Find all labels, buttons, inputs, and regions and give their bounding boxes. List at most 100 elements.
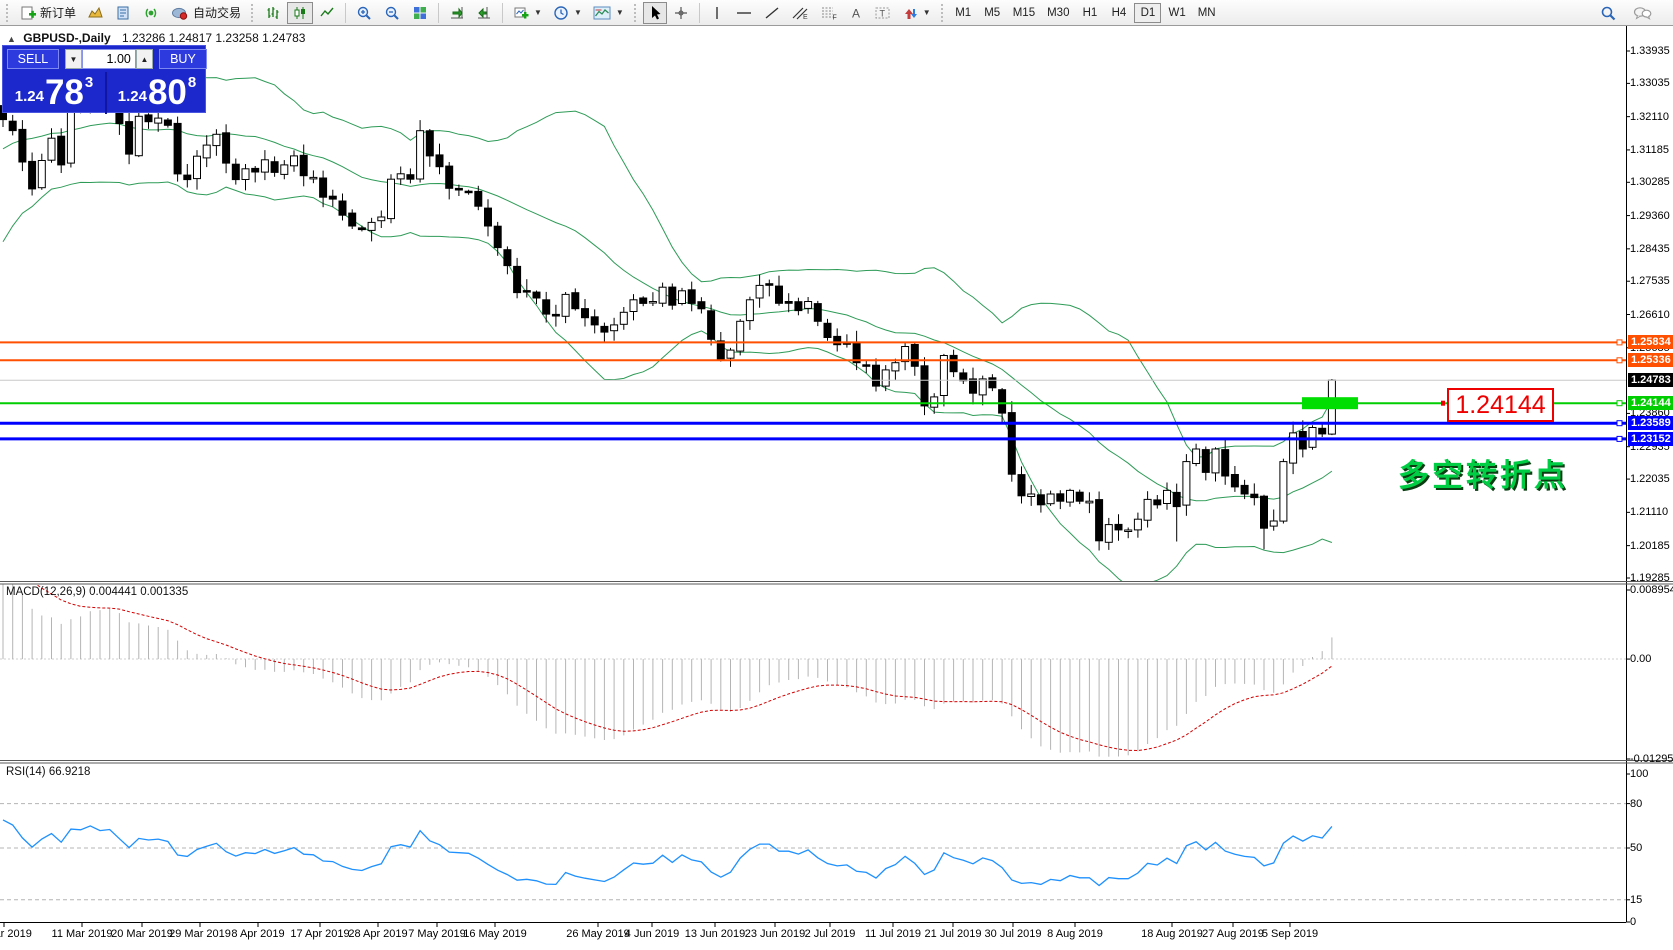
timeframe-button-W1[interactable]: W1 — [1163, 3, 1190, 23]
line-chart-button[interactable] — [314, 2, 340, 24]
hline-price-label: 1.23589 — [1628, 416, 1673, 430]
new-order-label: 新订单 — [40, 4, 76, 21]
rsi-pane-area[interactable] — [0, 762, 1626, 922]
date-tick-label: 28 Apr 2019 — [348, 928, 407, 940]
volume-decrease-button[interactable]: ▼ — [65, 49, 82, 69]
date-tick-label: 8 Aug 2019 — [1047, 928, 1103, 940]
text-label-icon: T — [874, 5, 891, 21]
price-annotation-box[interactable]: 1.24144 — [1447, 388, 1554, 422]
symbol-period-label: GBPUSD-,Daily — [23, 31, 110, 45]
dropdown-arrow-icon: ▼ — [534, 8, 542, 17]
rsi-tick-label: 80 — [1630, 798, 1673, 811]
metaeditor-button[interactable] — [110, 2, 137, 24]
toolbar-grip[interactable] — [6, 4, 10, 22]
price-tick-label: 1.20185 — [1630, 540, 1673, 553]
buy-price-sup: 8 — [188, 74, 196, 91]
signals-icon — [143, 5, 160, 21]
price-tick-label: 1.21110 — [1630, 506, 1673, 519]
fibonacci-button[interactable]: F — [815, 2, 843, 24]
timeframe-button-H4[interactable]: H4 — [1105, 3, 1132, 23]
timeframe-button-M1[interactable]: M1 — [950, 3, 977, 23]
volume-input[interactable] — [82, 49, 136, 69]
main-chart-area[interactable] — [0, 26, 1626, 581]
date-tick-label: 1 Mar 2019 — [0, 928, 32, 940]
price-tick-label: 1.31185 — [1630, 144, 1673, 157]
toolbar-grip[interactable] — [941, 4, 945, 22]
toolbar-grip[interactable] — [251, 4, 255, 22]
down-arrow-icon: ▼ — [69, 55, 77, 64]
zoom-in-button[interactable] — [351, 2, 378, 24]
timeframe-button-M15[interactable]: M15 — [1008, 3, 1040, 23]
tile-windows-button[interactable] — [407, 2, 433, 24]
date-tick-label: 2 Jul 2019 — [805, 928, 856, 940]
auto-scroll-button[interactable] — [444, 2, 470, 24]
bar-chart-button[interactable] — [260, 2, 286, 24]
price-tick-label: 1.33035 — [1630, 77, 1673, 90]
date-tick-label: 8 Apr 2019 — [231, 928, 284, 940]
templates-button[interactable]: ▼ — [588, 2, 629, 24]
vertical-line-button[interactable] — [705, 2, 729, 24]
macd-label: MACD(12,26,9) 0.004441 0.001335 — [6, 586, 188, 598]
zoom-in-icon — [356, 5, 373, 21]
cursor-button[interactable] — [643, 2, 667, 24]
chat-button[interactable] — [1628, 2, 1657, 24]
svg-text:T: T — [879, 8, 885, 18]
date-tick-label: 11 Jul 2019 — [865, 928, 921, 940]
macd-values: 0.004441 0.001335 — [89, 586, 188, 598]
new-chart-button[interactable]: ▼ — [508, 2, 547, 24]
date-tick-label: 4 Jun 2019 — [625, 928, 679, 940]
timeframe-button-D1[interactable]: D1 — [1134, 3, 1161, 23]
candlestick-chart-button[interactable] — [287, 2, 313, 24]
date-tick-label: 27 Aug 2019 — [1202, 928, 1264, 940]
market-watch-button[interactable] — [82, 2, 109, 24]
bar-chart-icon — [265, 5, 281, 21]
zoom-out-button[interactable] — [379, 2, 406, 24]
hline-price-label: 1.23152 — [1628, 432, 1673, 446]
date-tick-label: 30 Jul 2019 — [985, 928, 1042, 940]
date-tick-label: 20 Mar 2019 — [111, 928, 173, 940]
timeframe-button-H1[interactable]: H1 — [1076, 3, 1103, 23]
timeframe-button-M30[interactable]: M30 — [1042, 3, 1074, 23]
new-order-button[interactable]: 新订单 — [15, 2, 81, 24]
toolbar-grip[interactable] — [634, 4, 638, 22]
buy-price-prefix: 1.24 — [118, 88, 147, 105]
text-label-button[interactable]: T — [869, 2, 896, 24]
horizontal-line-button[interactable] — [730, 2, 758, 24]
hline-price-label: 1.24144 — [1628, 396, 1673, 410]
up-arrow-icon: ▲ — [140, 55, 148, 64]
date-tick-label: 5 Sep 2019 — [1262, 928, 1318, 940]
price-tick-label: 1.22035 — [1630, 473, 1673, 486]
arrows-button[interactable]: ▼ — [897, 2, 936, 24]
rsi-tick-label: 0 — [1630, 916, 1673, 929]
toolbar-separator — [438, 3, 439, 23]
chart-shift-button[interactable] — [471, 2, 497, 24]
date-tick-label: 23 Jun 2019 — [745, 928, 806, 940]
periods-button[interactable]: ▼ — [548, 2, 587, 24]
buy-price[interactable]: 1.24 80 8 — [107, 72, 207, 112]
sell-button[interactable]: SELL — [7, 49, 59, 69]
date-tick-label: 17 Apr 2019 — [290, 928, 349, 940]
chinese-note-text[interactable]: 多空转折点 — [1398, 450, 1568, 495]
sell-price[interactable]: 1.24 78 3 — [3, 72, 105, 112]
crosshair-button[interactable] — [668, 2, 694, 24]
auto-scroll-icon — [449, 5, 465, 21]
macd-tick-label: 0.00 — [1630, 653, 1673, 666]
zoom-out-icon — [384, 5, 401, 21]
buy-button[interactable]: BUY — [159, 49, 207, 69]
timeframe-button-M5[interactable]: M5 — [979, 3, 1006, 23]
signals-button[interactable] — [138, 2, 165, 24]
date-tick-label: 26 May 2019 — [566, 928, 630, 940]
price-tick-label: 1.28435 — [1630, 243, 1673, 256]
search-button[interactable] — [1595, 2, 1622, 24]
autotrading-button[interactable]: 自动交易 — [166, 2, 246, 24]
volume-increase-button[interactable]: ▲ — [136, 49, 153, 69]
timeframe-button-MN[interactable]: MN — [1193, 3, 1221, 23]
collapse-quotes-icon[interactable]: ▲ — [7, 34, 16, 44]
macd-pane-area[interactable] — [0, 584, 1626, 760]
date-tick-label: 29 Mar 2019 — [169, 928, 231, 940]
equidistant-channel-button[interactable]: E — [786, 2, 814, 24]
trendline-button[interactable] — [759, 2, 785, 24]
text-button[interactable]: A — [844, 2, 868, 24]
vertical-line-icon — [711, 5, 723, 21]
rsi-label: RSI(14) 66.9218 — [6, 766, 90, 778]
